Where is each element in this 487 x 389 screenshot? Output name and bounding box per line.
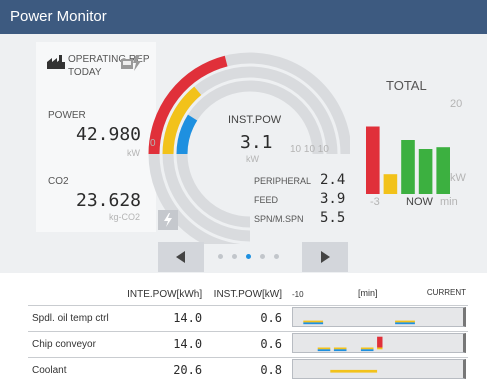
page-indicator: [218, 254, 298, 262]
inst-pow-value: 3.1: [240, 132, 273, 153]
row-inst: 0.6: [260, 337, 283, 351]
operating-report-period: TODAY: [68, 67, 102, 78]
table-row[interactable]: Spdl. oil temp ctrl 14.0 0.6: [28, 305, 468, 331]
breakdown-value-feed: 3.9: [320, 191, 346, 207]
breakdown-value-spindle: 5.5: [320, 210, 346, 226]
total-bar-4: [418, 149, 433, 194]
row-name: Spdl. oil temp ctrl: [32, 312, 109, 324]
row-trend: [288, 305, 468, 331]
arrow-left-icon: [176, 251, 185, 263]
table-header-row: INTE.POW[kWh] INST.POW[kW] -10 [min] CUR…: [28, 284, 468, 305]
trend-sparkline-1: [292, 306, 467, 327]
header-trend: -10 [min] CURRENT: [288, 284, 468, 305]
breakdown-label-peripheral: PERIPHERAL: [254, 176, 312, 186]
total-bar-1: [366, 126, 380, 194]
trend-end-label: CURRENT: [426, 288, 466, 297]
page-dot-1[interactable]: [218, 254, 223, 259]
breakdown-list: PERIPHERAL 2.4 FEED 3.9 SPN/M.SPN 5.5: [254, 172, 354, 232]
arrow-right-icon: [321, 251, 330, 263]
ring-ticks: 10 10 10: [290, 144, 329, 155]
total-bar-5: [436, 147, 450, 194]
lightning-icon: [164, 213, 172, 227]
power-overview-panel: OPERATING REP TODAY POWER 42.980 kW CO2 …: [0, 34, 487, 273]
row-inst: 0.6: [260, 311, 283, 325]
factory-icon: [47, 55, 65, 69]
gauge-scale-min: 0: [150, 138, 156, 149]
page-dot-4[interactable]: [260, 254, 265, 259]
trend-start-label: -10: [292, 290, 304, 299]
co2-value: 23.628: [76, 190, 142, 211]
table-row[interactable]: Coolant 20.6 0.8: [28, 357, 468, 383]
prev-page-button[interactable]: [158, 242, 204, 272]
co2-unit: kg-CO2: [108, 212, 140, 222]
power-unit: kW: [127, 148, 140, 158]
total-x-unit: min: [440, 196, 458, 208]
page-dot-3[interactable]: [246, 254, 251, 259]
total-chart: [366, 126, 450, 194]
breakdown-label-spindle: SPN/M.SPN: [254, 214, 304, 224]
inst-pow-unit: kW: [246, 154, 259, 164]
spindle-mode-icon[interactable]: [158, 210, 178, 230]
total-label: TOTAL: [386, 78, 427, 93]
total-unit: kW: [450, 172, 466, 184]
row-inte: 20.6: [173, 363, 203, 377]
header-inst-pow: INST.POW[kW]: [213, 288, 283, 300]
total-bar-2: [383, 174, 398, 194]
row-inte: 14.0: [173, 311, 203, 325]
window-title: Power Monitor: [0, 0, 487, 34]
total-x-start: -3: [370, 196, 380, 208]
row-name: Coolant: [32, 364, 67, 376]
peripheral-table: INTE.POW[kWh] INST.POW[kW] -10 [min] CUR…: [28, 284, 468, 388]
total-x-now: NOW: [406, 196, 433, 208]
trend-unit-label: [min]: [358, 288, 378, 298]
trend-sparkline-3: [292, 358, 467, 379]
page-dot-5[interactable]: [274, 254, 279, 259]
breakdown-label-feed: FEED: [254, 195, 279, 205]
next-page-button[interactable]: [302, 242, 348, 272]
trend-sparkline-2: [292, 332, 467, 353]
breakdown-value-peripheral: 2.4: [320, 172, 346, 188]
row-trend: [288, 331, 468, 357]
co2-label: CO2: [48, 176, 69, 187]
row-trend: [288, 357, 468, 383]
row-inst: 0.8: [260, 363, 283, 377]
header-inte-pow: INTE.POW[kWh]: [127, 288, 203, 300]
machine-power-icon[interactable]: [120, 54, 142, 72]
total-bar-3: [401, 140, 415, 194]
table-row[interactable]: Chip conveyor 14.0 0.6: [28, 331, 468, 357]
row-inte: 14.0: [173, 337, 203, 351]
total-ymax: 20: [450, 98, 463, 110]
row-name: Chip conveyor: [32, 338, 96, 350]
page-dot-2[interactable]: [232, 254, 237, 259]
power-label: POWER: [48, 110, 86, 121]
inst-pow-label: INST.POW: [228, 114, 282, 126]
power-value: 42.980: [76, 124, 142, 145]
blue-ring-value: [176, 114, 198, 155]
header-name: [28, 284, 127, 305]
